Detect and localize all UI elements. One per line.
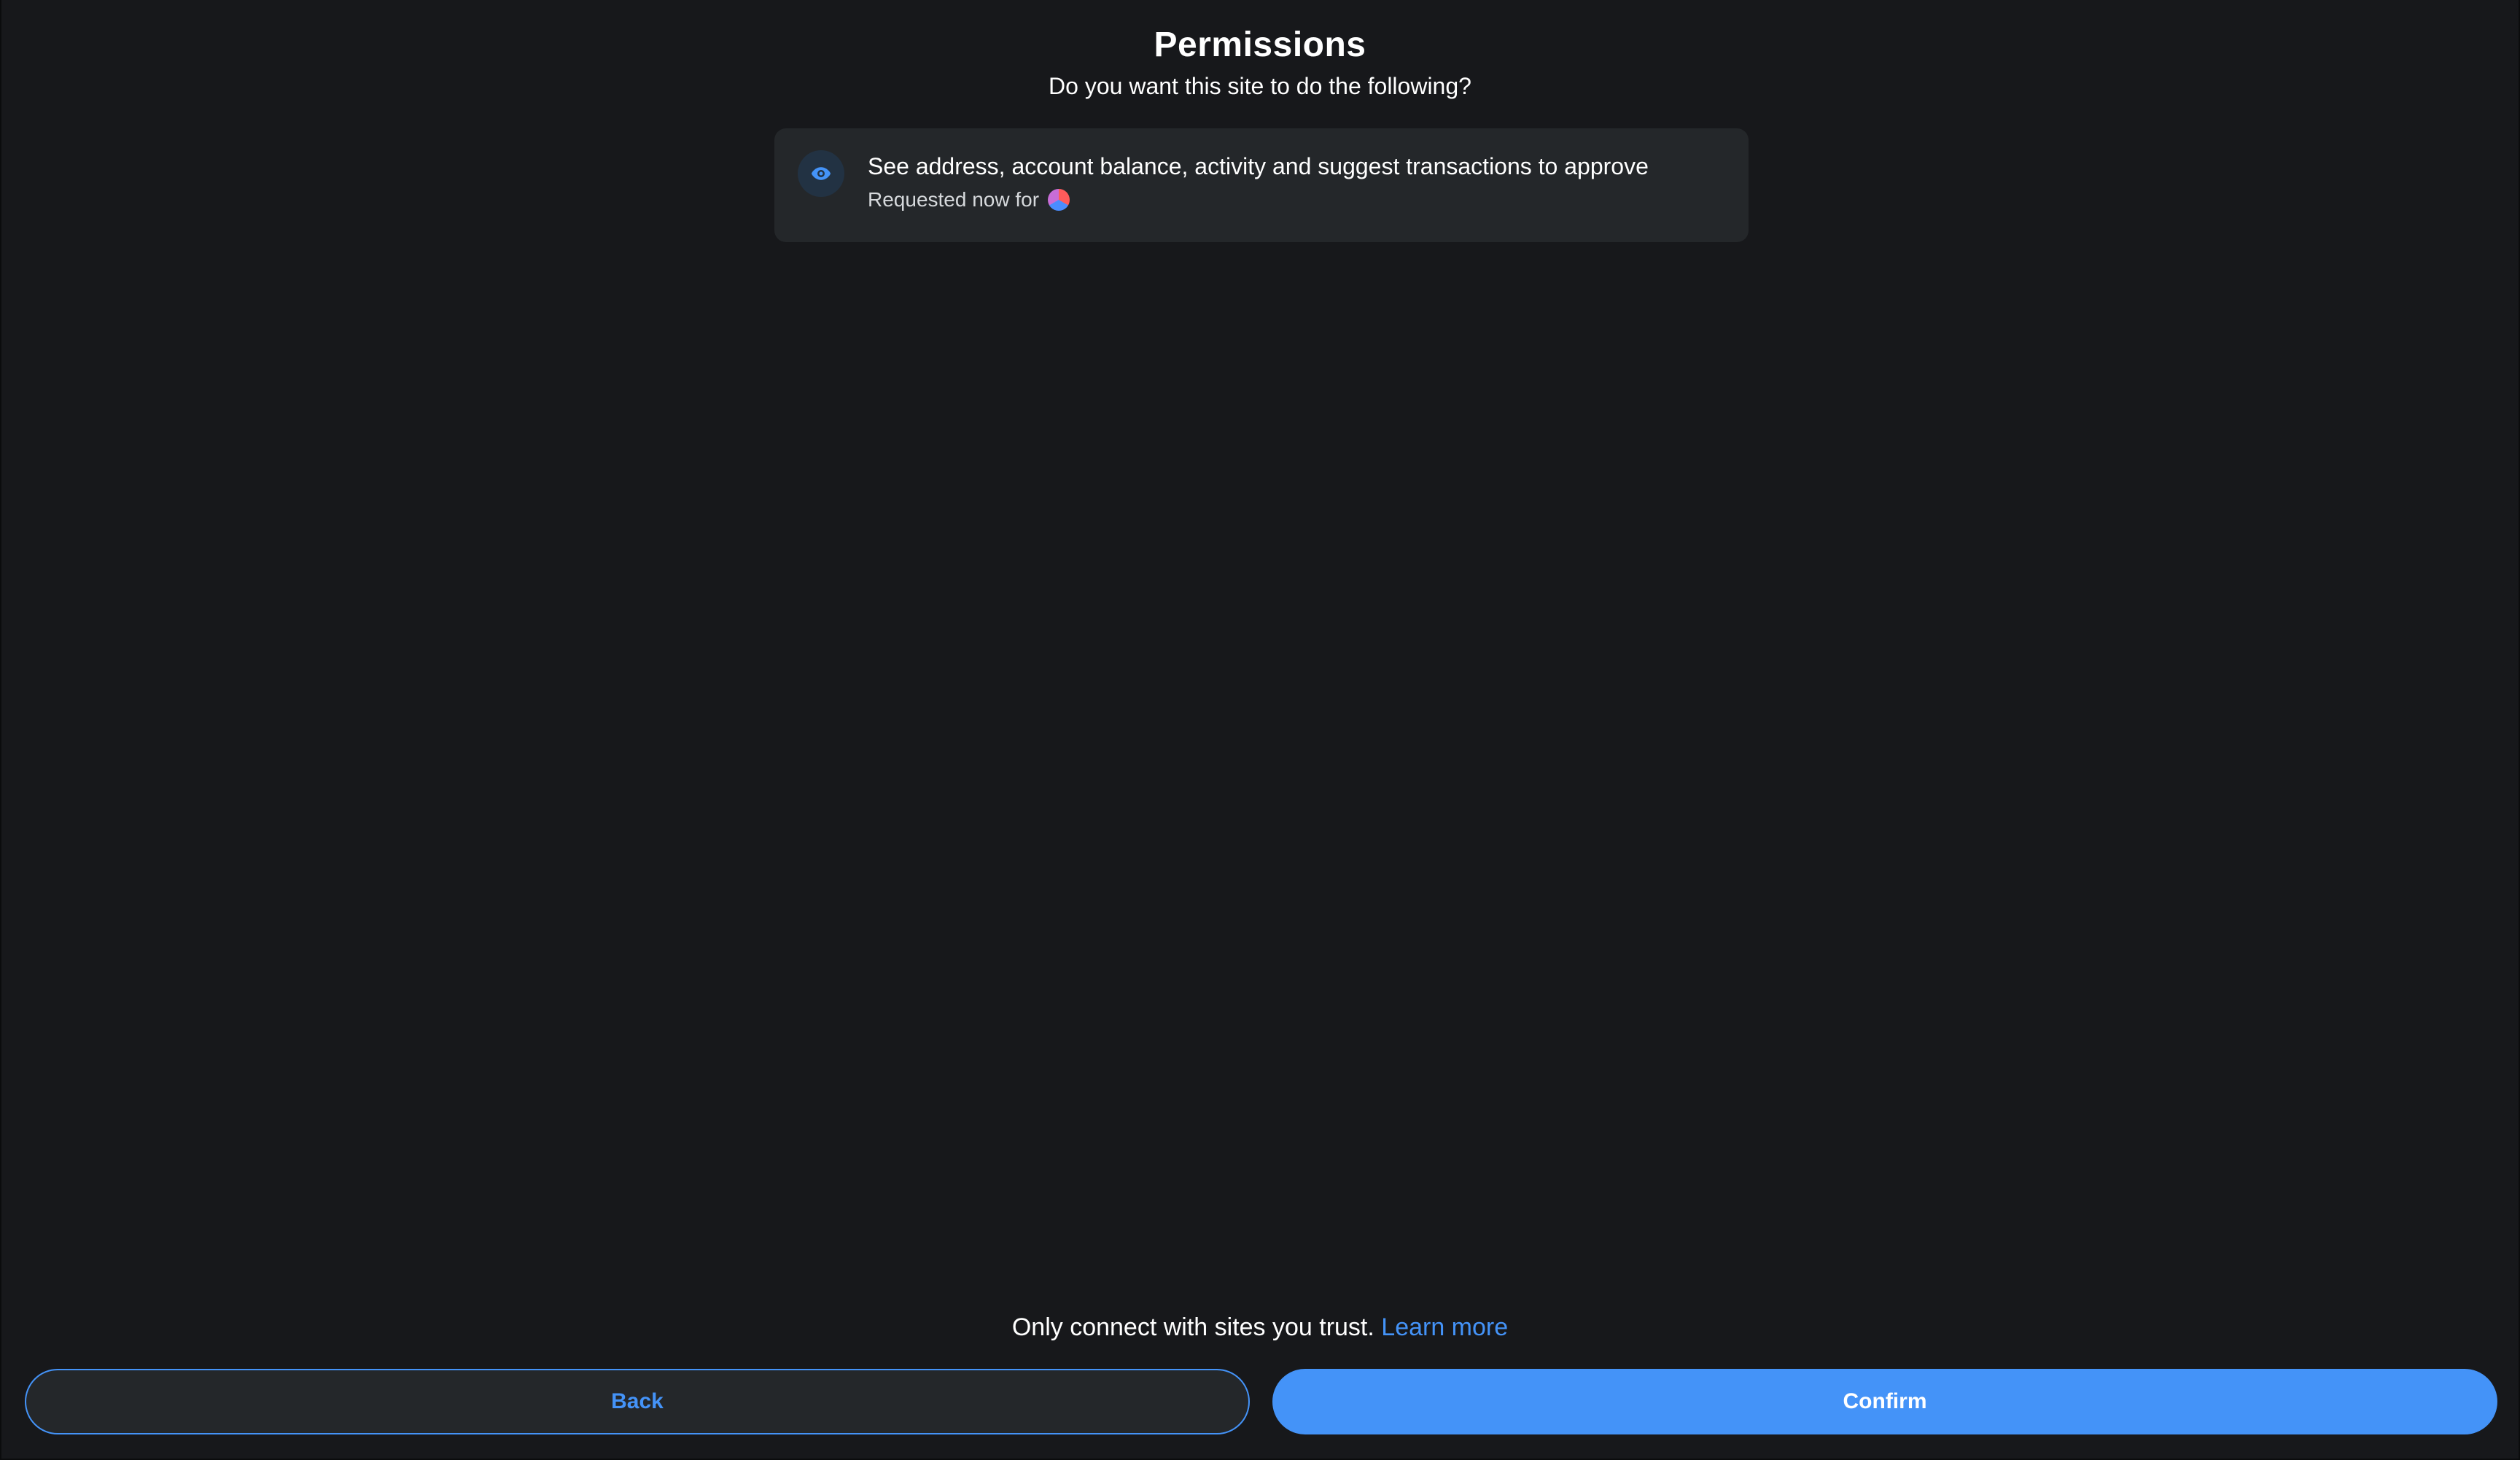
page-title: Permissions [1154, 26, 1366, 64]
back-button[interactable]: Back [25, 1369, 1250, 1434]
page-subtitle: Do you want this site to do the followin… [1049, 73, 1471, 99]
eye-icon [798, 150, 844, 197]
site-avatar [1048, 189, 1070, 211]
trust-note-text: Only connect with sites you trust. [1011, 1313, 1374, 1341]
permission-text: See address, account balance, activity a… [868, 150, 1731, 214]
trust-note: Only connect with sites you trust. Learn… [1, 1310, 2519, 1345]
learn-more-link[interactable]: Learn more [1381, 1313, 1508, 1341]
permissions-page: Permissions Do you want this site to do … [0, 0, 2520, 1460]
permission-description: See address, account balance, activity a… [868, 153, 1649, 179]
confirm-button[interactable]: Confirm [1272, 1369, 2497, 1434]
requested-label: Requested now for [868, 188, 1040, 211]
back-button-label: Back [611, 1389, 664, 1413]
permission-meta: Requested now for [868, 185, 1731, 214]
permission-card: See address, account balance, activity a… [774, 128, 1749, 242]
confirm-button-label: Confirm [1843, 1389, 1927, 1413]
page-header: Permissions Do you want this site to do … [1, 22, 2519, 104]
